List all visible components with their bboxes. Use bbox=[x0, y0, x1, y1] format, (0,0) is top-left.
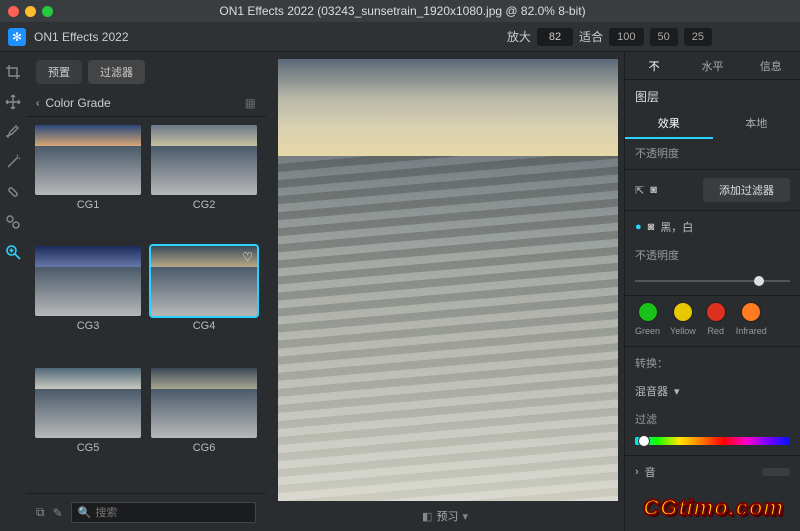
chevron-right-icon: › bbox=[635, 466, 639, 478]
zoom-label: 放大 bbox=[507, 28, 531, 45]
title-bar: ON1 Effects 2022 (03243_sunsetrain_1920x… bbox=[0, 0, 800, 22]
collapse-button[interactable] bbox=[762, 468, 790, 476]
add-filter-button[interactable]: 添加过滤器 bbox=[703, 178, 790, 202]
left-panel-footer: ⧉ ✎ 🔍 bbox=[26, 493, 266, 531]
search-box[interactable]: 🔍 bbox=[71, 502, 256, 523]
tab-local[interactable]: 本地 bbox=[713, 109, 800, 139]
maximize-icon[interactable] bbox=[42, 6, 53, 17]
compare-icon[interactable]: ◧ bbox=[422, 510, 432, 523]
layers-title: 图层 bbox=[625, 80, 800, 109]
tab-effects[interactable]: 效果 bbox=[625, 109, 713, 139]
chevron-down-icon[interactable]: ▾ bbox=[462, 510, 468, 523]
minimize-icon[interactable] bbox=[25, 6, 36, 17]
convert-label: 转换： bbox=[625, 349, 800, 377]
center-viewer: ◧ 预习 ▾ bbox=[266, 52, 624, 531]
swatch-green[interactable] bbox=[638, 302, 658, 322]
zoom-100-button[interactable]: 100 bbox=[609, 28, 643, 46]
preset-cg3[interactable]: CG3 bbox=[34, 246, 142, 363]
opacity-slider[interactable] bbox=[635, 275, 790, 287]
mask-icon[interactable]: ◙ bbox=[650, 184, 657, 196]
right-panel: 不 水平 信息 图层 效果 本地 不透明度 ⇱ ◙ 添加过滤器 ● ◙ 黑，白 … bbox=[624, 52, 800, 531]
move-tool-icon[interactable] bbox=[5, 94, 21, 110]
main-photo[interactable] bbox=[278, 59, 618, 501]
opacity-label: 不透明度 bbox=[625, 139, 800, 167]
zoom-fit-label: 适合 bbox=[579, 28, 603, 45]
link-tool-icon[interactable] bbox=[5, 214, 21, 230]
wand-tool-icon[interactable] bbox=[5, 154, 21, 170]
filter-label: 过滤 bbox=[625, 405, 800, 433]
close-icon[interactable] bbox=[8, 6, 19, 17]
crop-tool-icon[interactable] bbox=[5, 64, 21, 80]
preset-cg1[interactable]: CG1 bbox=[34, 125, 142, 242]
opacity2-label: 不透明度 bbox=[625, 241, 800, 269]
preset-cg6[interactable]: CG6 bbox=[150, 368, 258, 485]
hue-slider[interactable] bbox=[635, 437, 790, 445]
heal-tool-icon[interactable] bbox=[5, 184, 21, 200]
layer-mask-icon[interactable]: ◙ bbox=[648, 221, 655, 233]
layer-visible-icon[interactable]: ● bbox=[635, 221, 642, 233]
search-input[interactable] bbox=[95, 507, 249, 519]
convert-dropdown[interactable]: 混音器 ▾ bbox=[625, 377, 800, 405]
zoom-tool-icon[interactable] bbox=[5, 244, 21, 260]
app-brand: ON1 Effects 2022 bbox=[34, 30, 499, 44]
layer-name: 黑，白 bbox=[660, 219, 693, 235]
color-swatches: Green Yellow Red Infrared bbox=[625, 298, 800, 344]
rp-tab-info[interactable]: 信息 bbox=[742, 52, 800, 79]
watermark: CGtimo.com bbox=[643, 495, 784, 521]
rp-tab-level[interactable]: 水平 bbox=[683, 52, 741, 79]
top-toolbar: ✻ ON1 Effects 2022 放大 82 适合 100 50 25 bbox=[0, 22, 800, 52]
rp-tab-no[interactable]: 不 bbox=[625, 52, 683, 79]
zoom-value[interactable]: 82 bbox=[537, 28, 573, 46]
preset-cg2[interactable]: CG2 bbox=[150, 125, 258, 242]
swatch-yellow[interactable] bbox=[673, 302, 693, 322]
swatch-infrared[interactable] bbox=[741, 302, 761, 322]
preset-grid: CG1 CG2 CG3 ♡CG4 CG5 CG6 bbox=[26, 117, 266, 493]
preview-label: 预习 bbox=[436, 508, 458, 524]
chevron-down-icon: ▾ bbox=[674, 385, 680, 398]
window-title: ON1 Effects 2022 (03243_sunsetrain_1920x… bbox=[53, 4, 792, 18]
dual-view-icon[interactable]: ⧉ bbox=[36, 505, 45, 520]
edit-icon[interactable]: ✎ bbox=[53, 506, 63, 520]
swatch-red[interactable] bbox=[706, 302, 726, 322]
left-panel: 预置 过滤器 ‹ Color Grade ▦ CG1 CG2 CG3 ♡CG4 … bbox=[26, 52, 266, 531]
grid-view-icon[interactable]: ▦ bbox=[245, 96, 256, 110]
preset-cg5[interactable]: CG5 bbox=[34, 368, 142, 485]
category-header[interactable]: ‹ Color Grade ▦ bbox=[26, 90, 266, 117]
category-name: Color Grade bbox=[45, 96, 110, 110]
export-icon[interactable]: ⇱ bbox=[635, 184, 644, 197]
sound-row[interactable]: › 音 bbox=[625, 458, 800, 486]
preset-cg4[interactable]: ♡CG4 bbox=[150, 246, 258, 363]
zoom-50-button[interactable]: 50 bbox=[650, 28, 678, 46]
search-icon: 🔍 bbox=[78, 506, 92, 519]
favorite-icon[interactable]: ♡ bbox=[242, 250, 253, 264]
zoom-25-button[interactable]: 25 bbox=[684, 28, 712, 46]
window-controls bbox=[8, 6, 53, 17]
chevron-left-icon: ‹ bbox=[36, 98, 39, 109]
tab-filter[interactable]: 过滤器 bbox=[88, 60, 145, 84]
app-gear-icon[interactable]: ✻ bbox=[8, 28, 26, 46]
tool-strip bbox=[0, 52, 26, 531]
zoom-controls: 放大 82 适合 100 50 25 bbox=[507, 28, 712, 46]
tab-preset[interactable]: 预置 bbox=[36, 60, 82, 84]
brush-tool-icon[interactable] bbox=[5, 124, 21, 140]
